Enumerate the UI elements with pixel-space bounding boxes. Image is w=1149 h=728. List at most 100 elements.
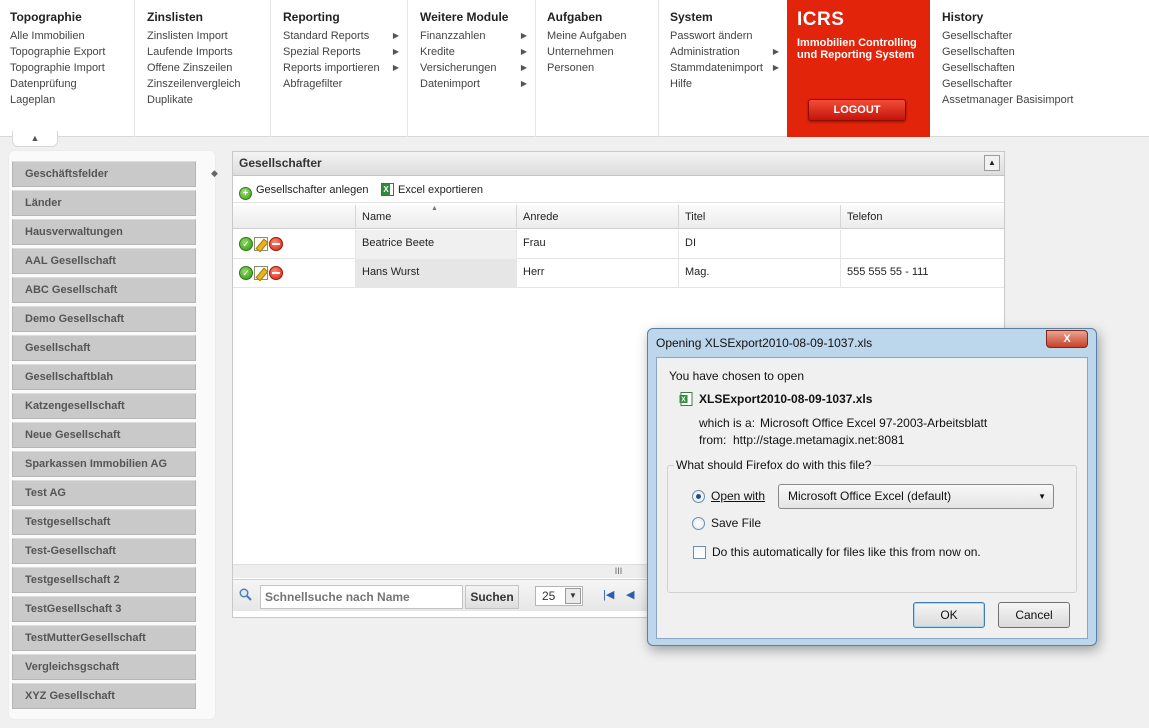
menu-topographie: Topographie Alle Immobilien Topographie … (0, 0, 135, 137)
sidebar-item[interactable]: Katzengesellschaft (12, 393, 196, 419)
menu-item[interactable]: Personen (547, 60, 658, 76)
menu-item[interactable]: Gesellschaften (942, 60, 1149, 76)
sidebar-item[interactable]: Demo Gesellschaft (12, 306, 196, 332)
menu-title-aufgaben[interactable]: Aufgaben (547, 10, 658, 24)
chevron-down-icon: ▼ (565, 588, 581, 604)
menu-item[interactable]: Datenprüfung (10, 76, 134, 92)
sidebar-item[interactable]: ABC Gesellschaft (12, 277, 196, 303)
dialog-question: What should Firefox do with this file? (674, 458, 874, 472)
previous-page-icon[interactable]: ◀ (626, 588, 634, 601)
menu-item[interactable]: Zinslisten Import (147, 28, 270, 44)
sidebar-collapse-icon[interactable]: ◆ (211, 168, 218, 179)
table-row[interactable]: ✓ Hans Wurst Herr Mag. 555 555 55 - 111 (233, 259, 1004, 288)
submenu-arrow-icon: ▶ (772, 47, 779, 56)
menu-item[interactable]: Zinszeilenvergleich (147, 76, 270, 92)
confirm-icon[interactable]: ✓ (239, 237, 253, 251)
sidebar-item[interactable]: Vergleichsgschaft (12, 654, 196, 680)
cell-titel: Mag. (678, 259, 840, 288)
sidebar-item[interactable]: Hausverwaltungen (12, 219, 196, 245)
menu-title-system[interactable]: System (670, 10, 787, 24)
dialog-which-label: which is a: (699, 416, 756, 430)
application-select[interactable]: Microsoft Office Excel (default) ▼ (778, 484, 1054, 509)
sidebar-item[interactable]: Länder (12, 190, 196, 216)
action-fieldset: What should Firefox do with this file? O… (667, 458, 1077, 593)
collapse-menu-tab[interactable]: ▲ (12, 131, 58, 147)
menu-item[interactable]: Gesellschafter (942, 28, 1149, 44)
cell-titel: DI (678, 230, 840, 259)
menu-item[interactable]: Laufende Imports (147, 44, 270, 60)
menu-title-zinslisten[interactable]: Zinslisten (147, 10, 270, 24)
menu-item[interactable]: Meine Aufgaben (547, 28, 658, 44)
page-size-select[interactable]: 25 ▼ (535, 586, 583, 606)
ok-button[interactable]: OK (913, 602, 985, 628)
excel-icon (381, 183, 394, 196)
menu-title-reporting[interactable]: Reporting (283, 10, 407, 24)
menu-item[interactable]: Gesellschafter (942, 76, 1149, 92)
sidebar-item[interactable]: Testgesellschaft 2 (12, 567, 196, 593)
dialog-from-value: http://stage.metamagix.net:8081 (733, 433, 905, 447)
sidebar-item[interactable]: Neue Gesellschaft (12, 422, 196, 448)
menu-title-history[interactable]: History (942, 10, 1149, 24)
menu-item[interactable]: Offene Zinszeilen (147, 60, 270, 76)
quick-search-input[interactable] (260, 585, 463, 609)
panel-collapse-button[interactable]: ▲ (984, 155, 1000, 171)
sidebar-item[interactable]: AAL Gesellschaft (12, 248, 196, 274)
menu-item[interactable]: Topographie Import (10, 60, 134, 76)
auto-action-label[interactable]: Do this automatically for files like thi… (712, 545, 981, 559)
first-page-icon[interactable]: |◀ (603, 588, 614, 601)
menu-item[interactable]: Assetmanager Basisimport (942, 92, 1149, 108)
menu-item[interactable]: Passwort ändern (670, 28, 787, 44)
save-file-radio[interactable] (692, 517, 705, 530)
menu-item[interactable]: Gesellschaften (942, 44, 1149, 60)
menu-item[interactable]: Unternehmen (547, 44, 658, 60)
menu-item[interactable]: Duplikate (147, 92, 270, 108)
open-with-label[interactable]: Open with (711, 489, 765, 503)
confirm-icon[interactable]: ✓ (239, 266, 253, 280)
menu-item[interactable]: Abfragefilter (283, 76, 407, 92)
sidebar-item[interactable]: Geschäftsfelder (12, 161, 196, 187)
close-button[interactable]: X (1046, 330, 1088, 348)
column-header-anrede[interactable]: Anrede (516, 205, 678, 229)
menu-title-weitere-module[interactable]: Weitere Module (420, 10, 535, 24)
delete-icon[interactable] (269, 266, 283, 280)
cancel-button[interactable]: Cancel (998, 602, 1070, 628)
menu-system: System Passwort ändern Administration ▶ S… (660, 0, 787, 137)
menu-item[interactable]: Topographie Export (10, 44, 134, 60)
cell-anrede: Herr (516, 259, 678, 288)
collapse-up-icon: ▲ (30, 133, 40, 143)
submenu-arrow-icon: ▶ (520, 79, 527, 88)
sidebar-item[interactable]: Test AG (12, 480, 196, 506)
sidebar-item[interactable]: Test-Gesellschaft (12, 538, 196, 564)
brand-subtitle-line: und Reporting System (797, 49, 915, 61)
delete-icon[interactable] (269, 237, 283, 251)
logout-button[interactable]: LOGOUT (808, 99, 906, 121)
sidebar-item[interactable]: XYZ Gesellschaft (12, 683, 196, 709)
column-header-telefon[interactable]: Telefon (840, 205, 1002, 229)
sidebar-item[interactable]: TestGesellschaft 3 (12, 596, 196, 622)
save-file-label[interactable]: Save File (711, 516, 761, 530)
add-gesellschafter-button[interactable]: + Gesellschafter anlegen (239, 183, 369, 200)
cell-telefon: 555 555 55 - 111 (840, 259, 1002, 288)
menu-item[interactable]: Lageplan (10, 92, 134, 108)
menu-item[interactable]: Alle Immobilien (10, 28, 134, 44)
menu-item: Versicherungen ▶ (420, 62, 527, 74)
column-header-name[interactable]: ▲ Name (355, 205, 516, 229)
sidebar-item[interactable]: Gesellschaft (12, 335, 196, 361)
column-header-titel[interactable]: Titel (678, 205, 840, 229)
auto-action-checkbox[interactable] (693, 546, 706, 559)
table-row[interactable]: ✓ Beatrice Beete Frau DI (233, 230, 1004, 259)
edit-icon[interactable] (254, 237, 268, 251)
menu-zinslisten: Zinslisten Zinslisten Import Laufende Im… (137, 0, 271, 137)
excel-export-label: Excel exportieren (398, 184, 483, 196)
sidebar-item[interactable]: TestMutterGesellschaft (12, 625, 196, 651)
search-button[interactable]: Suchen (465, 585, 519, 609)
sidebar-item[interactable]: Testgesellschaft (12, 509, 196, 535)
open-with-radio[interactable] (692, 490, 705, 503)
menu-item[interactable]: Hilfe (670, 76, 787, 92)
sidebar-item[interactable]: Gesellschaftblah (12, 364, 196, 390)
edit-icon[interactable] (254, 266, 268, 280)
cell-name: Hans Wurst (355, 259, 516, 288)
menu-item: Standard Reports ▶ (283, 30, 399, 42)
sidebar-item[interactable]: Sparkassen Immobilien AG (12, 451, 196, 477)
menu-title-topographie[interactable]: Topographie (10, 10, 134, 24)
